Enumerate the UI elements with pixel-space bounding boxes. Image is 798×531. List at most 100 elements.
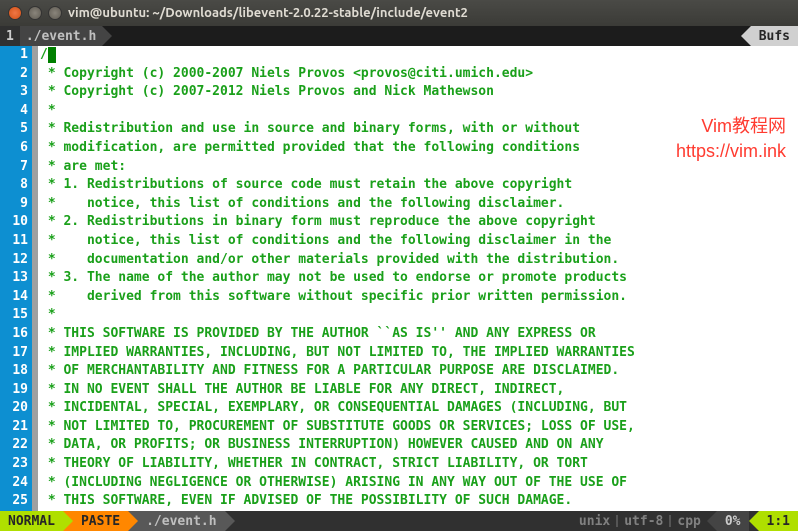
line-number: 21 bbox=[0, 418, 32, 437]
code-line[interactable]: 5 * Redistribution and use in source and… bbox=[0, 120, 798, 139]
code-line[interactable]: 4 * bbox=[0, 102, 798, 121]
code-text[interactable]: * modification, are permitted provided t… bbox=[38, 139, 580, 158]
code-line[interactable]: 12 * documentation and/or other material… bbox=[0, 251, 798, 270]
window-minimize-button[interactable] bbox=[28, 6, 42, 20]
code-text[interactable]: * are met: bbox=[38, 158, 126, 177]
code-text[interactable]: * THIS SOFTWARE IS PROVIDED BY THE AUTHO… bbox=[38, 325, 596, 344]
code-line[interactable]: 19 * IN NO EVENT SHALL THE AUTHOR BE LIA… bbox=[0, 381, 798, 400]
line-number: 3 bbox=[0, 83, 32, 102]
code-text[interactable]: * notice, this list of conditions and th… bbox=[38, 195, 564, 214]
line-number: 14 bbox=[0, 288, 32, 307]
code-text[interactable]: * INCIDENTAL, SPECIAL, EXEMPLARY, OR CON… bbox=[38, 399, 627, 418]
separator-icon bbox=[128, 511, 138, 531]
code-text[interactable]: * DATA, OR PROFITS; OR BUSINESS INTERRUP… bbox=[38, 436, 604, 455]
window-close-button[interactable] bbox=[8, 6, 22, 20]
window-maximize-button[interactable] bbox=[48, 6, 62, 20]
window-title: vim@ubuntu: ~/Downloads/libevent-2.0.22-… bbox=[68, 6, 468, 20]
window-titlebar: vim@ubuntu: ~/Downloads/libevent-2.0.22-… bbox=[0, 0, 798, 26]
code-line[interactable]: 6 * modification, are permitted provided… bbox=[0, 139, 798, 158]
code-text[interactable]: * notice, this list of conditions and th… bbox=[38, 232, 611, 251]
code-line[interactable]: 23 * THEORY OF LIABILITY, WHETHER IN CON… bbox=[0, 455, 798, 474]
code-line[interactable]: 24 * (INCLUDING NEGLIGENCE OR OTHERWISE)… bbox=[0, 474, 798, 493]
line-number: 25 bbox=[0, 492, 32, 511]
code-line[interactable]: 18 * OF MERCHANTABILITY AND FITNESS FOR … bbox=[0, 362, 798, 381]
code-text[interactable]: * IMPLIED WARRANTIES, INCLUDING, BUT NOT… bbox=[38, 344, 635, 363]
separator-icon bbox=[749, 511, 759, 531]
code-text[interactable]: * NOT LIMITED TO, PROCUREMENT OF SUBSTIT… bbox=[38, 418, 635, 437]
separator-icon bbox=[102, 26, 112, 46]
status-filename: ./event.h bbox=[138, 511, 224, 531]
line-number: 18 bbox=[0, 362, 32, 381]
code-text[interactable]: / bbox=[38, 46, 56, 65]
code-line[interactable]: 17 * IMPLIED WARRANTIES, INCLUDING, BUT … bbox=[0, 344, 798, 363]
code-line[interactable]: 7 * are met: bbox=[0, 158, 798, 177]
line-number: 6 bbox=[0, 139, 32, 158]
code-text[interactable]: * bbox=[38, 102, 56, 121]
line-number: 19 bbox=[0, 381, 32, 400]
code-line[interactable]: 13 * 3. The name of the author may not b… bbox=[0, 269, 798, 288]
line-number: 2 bbox=[0, 65, 32, 84]
line-number: 8 bbox=[0, 176, 32, 195]
code-line[interactable]: 10 * 2. Redistributions in binary form m… bbox=[0, 213, 798, 232]
code-line[interactable]: 8 * 1. Redistributions of source code mu… bbox=[0, 176, 798, 195]
line-number: 16 bbox=[0, 325, 32, 344]
code-line[interactable]: 3 * Copyright (c) 2007-2012 Niels Provos… bbox=[0, 83, 798, 102]
code-text[interactable]: * bbox=[38, 306, 56, 325]
code-line[interactable]: 25 * THIS SOFTWARE, EVEN IF ADVISED OF T… bbox=[0, 492, 798, 511]
status-filetype: cpp bbox=[671, 511, 706, 531]
code-text[interactable]: * Copyright (c) 2000-2007 Niels Provos <… bbox=[38, 65, 533, 84]
line-number: 7 bbox=[0, 158, 32, 177]
status-eol: unix bbox=[573, 511, 616, 531]
code-text[interactable]: * documentation and/or other materials p… bbox=[38, 251, 619, 270]
code-text[interactable]: * Redistribution and use in source and b… bbox=[38, 120, 580, 139]
text-cursor bbox=[48, 47, 56, 63]
line-number: 20 bbox=[0, 399, 32, 418]
code-text[interactable]: * THIS SOFTWARE, EVEN IF ADVISED OF THE … bbox=[38, 492, 572, 511]
separator-icon bbox=[63, 511, 73, 531]
code-line[interactable]: 15 * bbox=[0, 306, 798, 325]
bufs-label[interactable]: Bufs bbox=[751, 26, 798, 46]
code-line[interactable]: 21 * NOT LIMITED TO, PROCUREMENT OF SUBS… bbox=[0, 418, 798, 437]
code-line[interactable]: 11 * notice, this list of conditions and… bbox=[0, 232, 798, 251]
status-line: NORMAL PASTE ./event.h unix utf-8 cpp 0%… bbox=[0, 511, 798, 531]
separator-icon bbox=[707, 511, 717, 531]
line-number: 1 bbox=[0, 46, 32, 65]
status-encoding: utf-8 bbox=[618, 511, 669, 531]
code-text[interactable]: * OF MERCHANTABILITY AND FITNESS FOR A P… bbox=[38, 362, 619, 381]
line-number: 13 bbox=[0, 269, 32, 288]
line-number: 17 bbox=[0, 344, 32, 363]
editor-viewport[interactable]: 1/2 * Copyright (c) 2000-2007 Niels Prov… bbox=[0, 46, 798, 511]
code-line[interactable]: 2 * Copyright (c) 2000-2007 Niels Provos… bbox=[0, 65, 798, 84]
status-position: 1:1 bbox=[759, 511, 798, 531]
code-text[interactable]: * Copyright (c) 2007-2012 Niels Provos a… bbox=[38, 83, 494, 102]
line-number: 23 bbox=[0, 455, 32, 474]
paste-indicator: PASTE bbox=[73, 511, 128, 531]
line-number: 11 bbox=[0, 232, 32, 251]
code-text[interactable]: * THEORY OF LIABILITY, WHETHER IN CONTRA… bbox=[38, 455, 588, 474]
code-text[interactable]: * 3. The name of the author may not be u… bbox=[38, 269, 627, 288]
buffer-tabline: 1 ./event.h Bufs bbox=[0, 26, 798, 46]
code-line[interactable]: 14 * derived from this software without … bbox=[0, 288, 798, 307]
line-number: 9 bbox=[0, 195, 32, 214]
code-text[interactable]: * 1. Redistributions of source code must… bbox=[38, 176, 572, 195]
line-number: 4 bbox=[0, 102, 32, 121]
line-number: 5 bbox=[0, 120, 32, 139]
mode-indicator: NORMAL bbox=[0, 511, 63, 531]
code-line[interactable]: 1/ bbox=[0, 46, 798, 65]
code-line[interactable]: 22 * DATA, OR PROFITS; OR BUSINESS INTER… bbox=[0, 436, 798, 455]
code-line[interactable]: 20 * INCIDENTAL, SPECIAL, EXEMPLARY, OR … bbox=[0, 399, 798, 418]
code-text[interactable]: * derived from this software without spe… bbox=[38, 288, 627, 307]
line-number: 10 bbox=[0, 213, 32, 232]
tab-index: 1 bbox=[0, 26, 20, 46]
separator-icon bbox=[225, 511, 235, 531]
code-text[interactable]: * IN NO EVENT SHALL THE AUTHOR BE LIABLE… bbox=[38, 381, 564, 400]
line-number: 24 bbox=[0, 474, 32, 493]
code-text[interactable]: * (INCLUDING NEGLIGENCE OR OTHERWISE) AR… bbox=[38, 474, 627, 493]
code-text[interactable]: * 2. Redistributions in binary form must… bbox=[38, 213, 596, 232]
code-line[interactable]: 16 * THIS SOFTWARE IS PROVIDED BY THE AU… bbox=[0, 325, 798, 344]
code-line[interactable]: 9 * notice, this list of conditions and … bbox=[0, 195, 798, 214]
line-number: 15 bbox=[0, 306, 32, 325]
line-number: 22 bbox=[0, 436, 32, 455]
status-percent: 0% bbox=[717, 511, 749, 531]
tab-filepath[interactable]: ./event.h bbox=[20, 26, 102, 46]
